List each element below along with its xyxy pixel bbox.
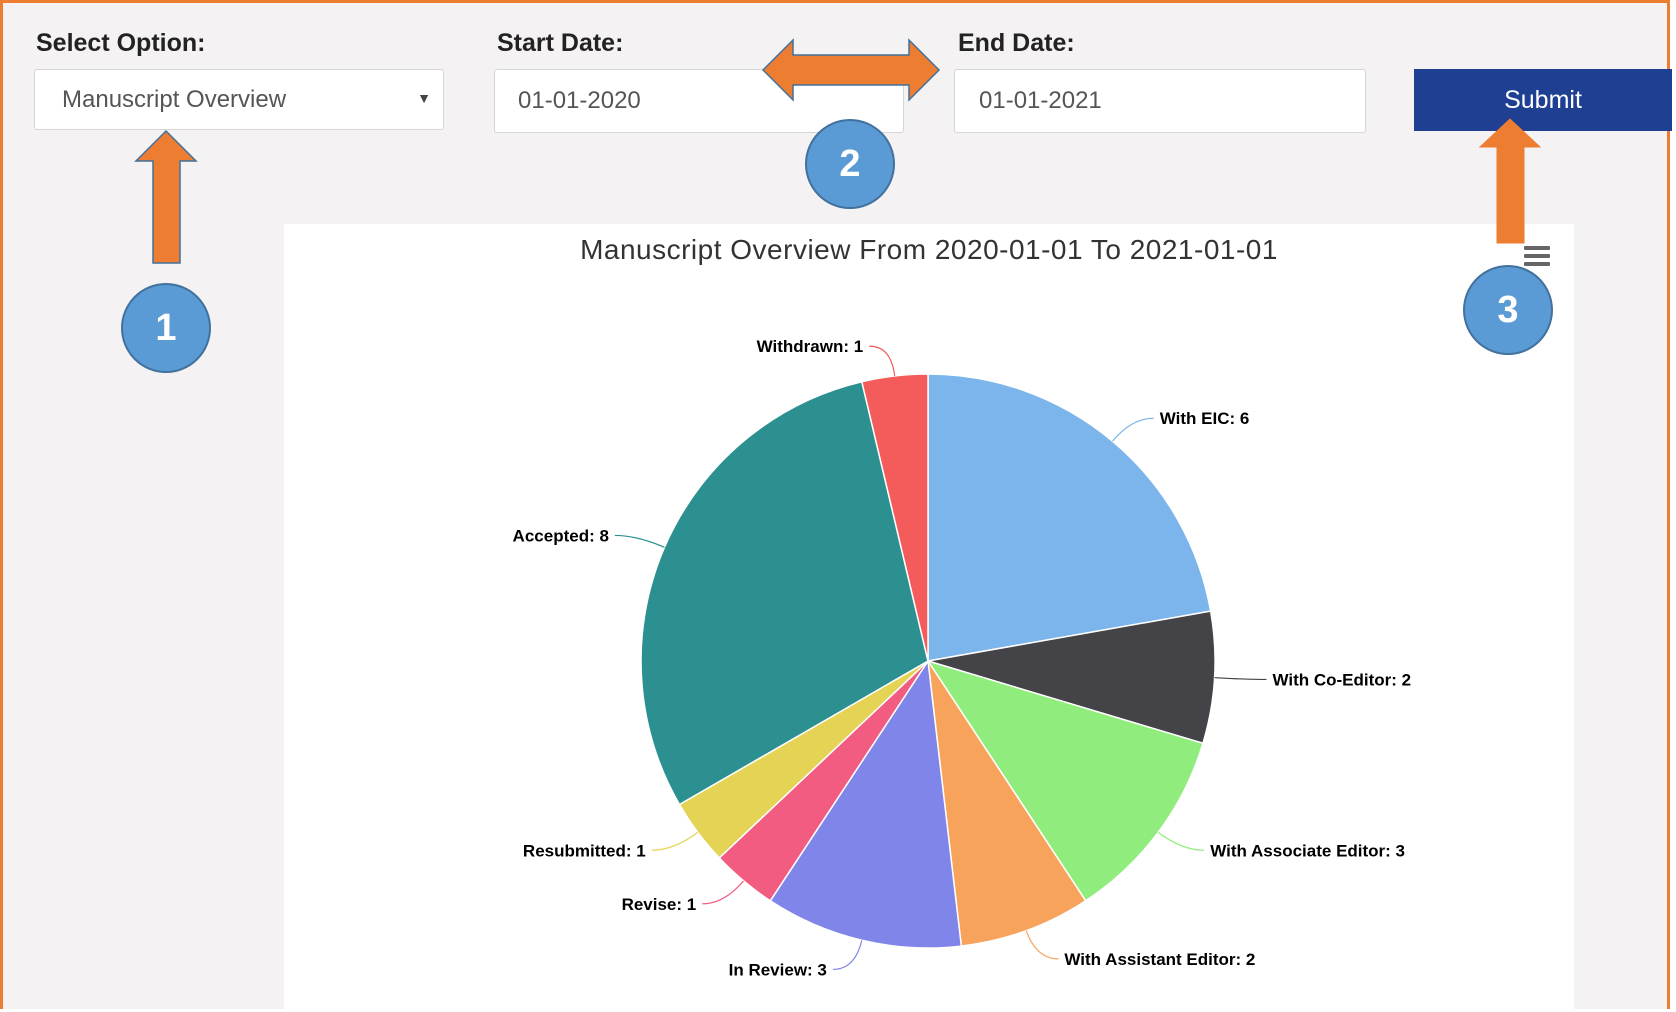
start-date-value: 01-01-2020 — [518, 87, 641, 114]
pie-chart: With EIC: 6 With Co-Editor: 2 With Associa… — [513, 337, 1412, 979]
annotation-badge-2: 2 — [805, 119, 895, 209]
slice-data-label: Accepted: 8 — [513, 526, 609, 545]
slice-data-label: With Assistant Editor: 2 — [1064, 950, 1255, 969]
slice-data-label: Resubmitted: 1 — [523, 841, 646, 860]
slice-connector — [651, 831, 699, 851]
slice-connector — [702, 880, 744, 905]
slice-data-label: With Co-Editor: 2 — [1272, 670, 1411, 689]
submit-button[interactable]: Submit — [1414, 69, 1672, 131]
slice-data-label: With EIC: 6 — [1160, 409, 1250, 428]
slice-connector — [614, 534, 665, 548]
slice-connector — [832, 940, 863, 971]
up-arrow-icon — [134, 129, 198, 264]
chevron-down-icon: ▼ — [417, 90, 431, 106]
end-date-value: 01-01-2021 — [979, 87, 1102, 114]
option-select-value: Manuscript Overview — [62, 85, 287, 113]
option-select[interactable]: Manuscript Overview ▼ — [34, 69, 444, 130]
slice-connector — [1214, 677, 1267, 681]
chart-panel: Manuscript Overview From 2020-01-01 To 2… — [284, 224, 1574, 1012]
slice-connector — [1025, 930, 1059, 960]
slice-data-label: In Review: 3 — [729, 960, 827, 979]
end-date-input[interactable]: 01-01-2021 — [954, 69, 1366, 133]
slice-data-label: With Associate Editor: 3 — [1210, 841, 1405, 860]
select-option-label: Select Option: — [36, 29, 206, 57]
slice-connector — [869, 345, 896, 377]
slice-connector — [1157, 831, 1205, 851]
start-date-label: Start Date: — [497, 29, 624, 57]
end-date-label: End Date: — [958, 29, 1075, 57]
slice-connector — [1112, 417, 1154, 442]
slice-data-label: Withdrawn: 1 — [757, 337, 864, 356]
annotation-badge-3: 3 — [1463, 265, 1553, 355]
page-frame: Select Option: Manuscript Overview ▼ Sta… — [0, 0, 1672, 1012]
slice-data-label: Revise: 1 — [622, 895, 697, 914]
annotation-badge-1: 1 — [121, 283, 211, 373]
